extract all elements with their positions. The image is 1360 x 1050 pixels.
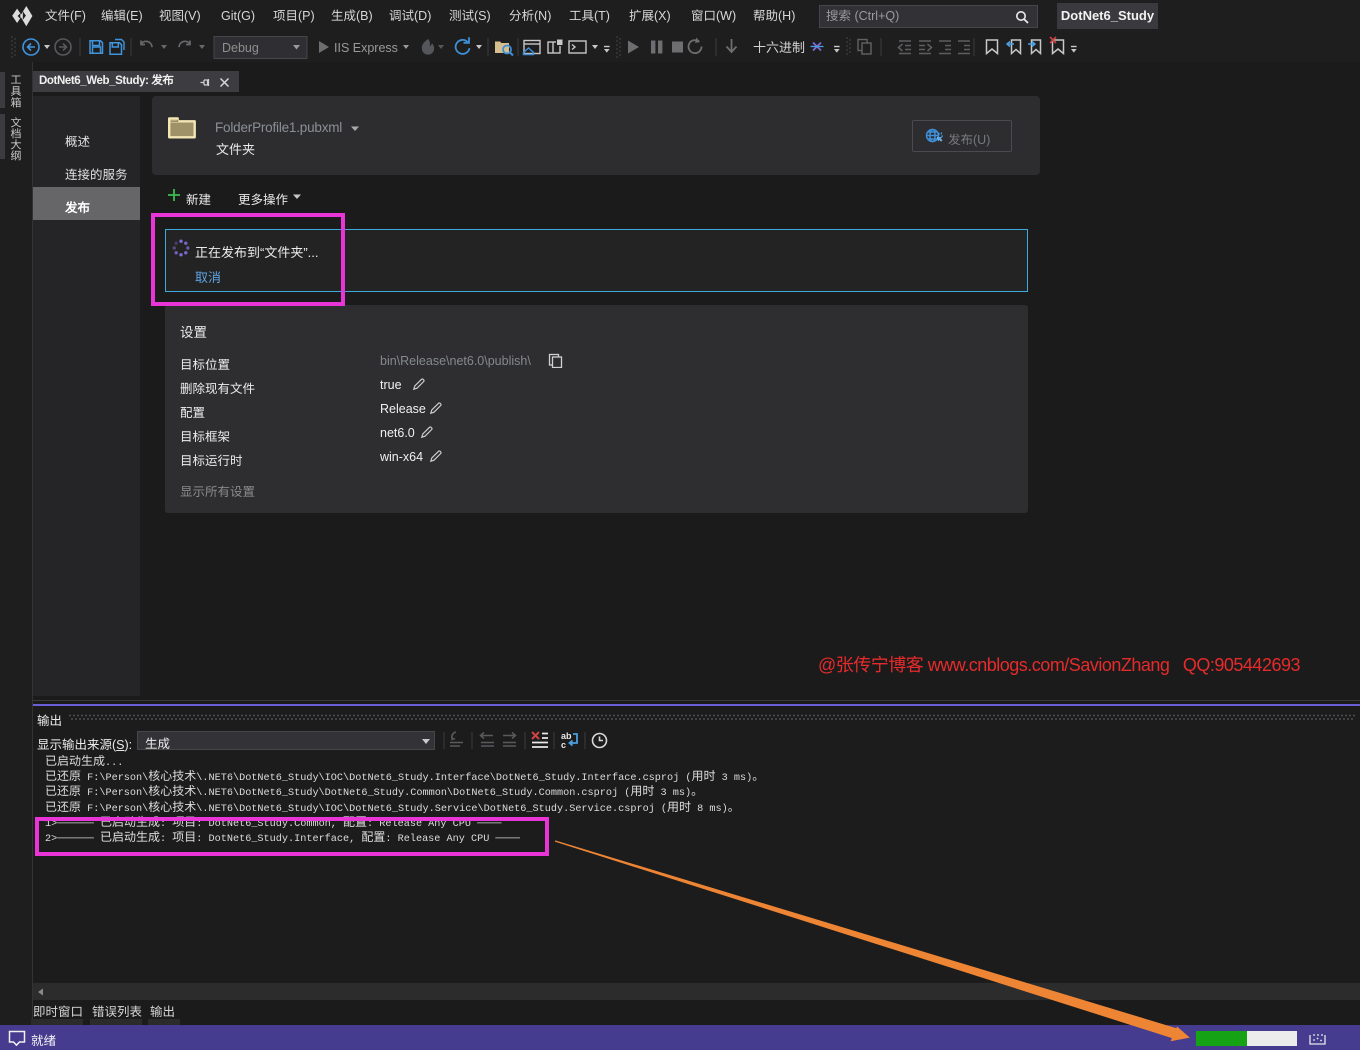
svg-text:十六进制: 十六进制: [753, 37, 805, 56]
svg-text:IIS Express: IIS Express: [334, 41, 398, 55]
svg-text:Debug: Debug: [222, 41, 259, 55]
svg-text:c: c: [561, 740, 566, 750]
